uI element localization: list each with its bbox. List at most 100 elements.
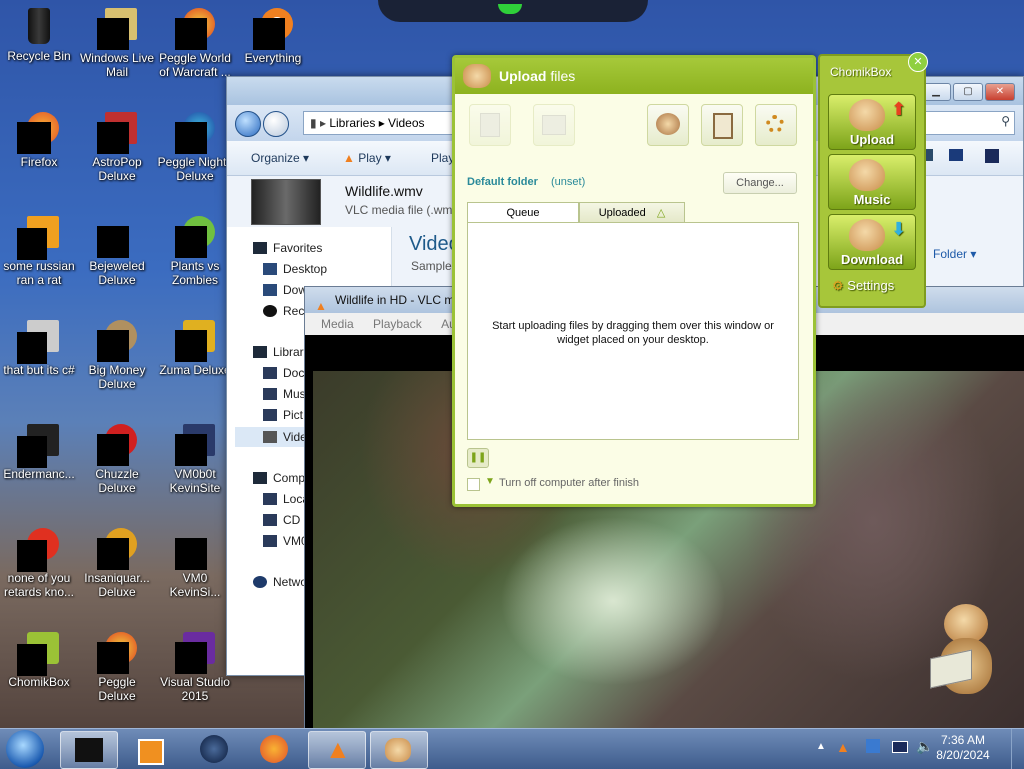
address-input[interactable]: ▮ ▸ Libraries ▸ Videos bbox=[303, 111, 465, 135]
nav-favorites[interactable]: Favorites bbox=[253, 241, 322, 255]
desktop-icon-insaniquarium[interactable]: Insaniquar... Deluxe bbox=[78, 528, 156, 599]
breadcrumb-videos[interactable]: Videos bbox=[388, 116, 424, 130]
desktop-icon-bejeweled[interactable]: Bejeweled Deluxe bbox=[78, 216, 156, 287]
nav-downloads[interactable]: Dow bbox=[263, 283, 307, 297]
desktop-icon-label: Insaniquar... Deluxe bbox=[84, 571, 150, 599]
desktop-icon-recycle-bin[interactable]: Recycle Bin bbox=[0, 6, 78, 63]
taskbar-app-vlc[interactable]: ▲ bbox=[308, 731, 366, 769]
change-folder-button[interactable]: Change... bbox=[723, 172, 797, 194]
taskbar-app-media[interactable] bbox=[122, 731, 178, 767]
breadcrumb-libraries[interactable]: Libraries bbox=[329, 116, 375, 130]
music-icon bbox=[263, 388, 277, 400]
show-desktop-button[interactable] bbox=[1011, 729, 1024, 769]
menu-media[interactable]: Media bbox=[321, 317, 354, 331]
desktop-icon-vm0-kevinsite[interactable]: VM0 KevinSi... bbox=[156, 528, 234, 599]
globe-icon bbox=[200, 735, 228, 763]
nav-music[interactable]: Mus bbox=[263, 387, 306, 401]
triangle-up-icon: △ bbox=[656, 207, 666, 219]
add-files-button[interactable] bbox=[469, 104, 511, 146]
video-thumbnail[interactable] bbox=[251, 179, 321, 225]
tray-network-icon[interactable] bbox=[866, 739, 880, 753]
add-folder-button[interactable] bbox=[533, 104, 575, 146]
upload-files-window[interactable]: Upload files Default folder (unset) Chan… bbox=[452, 55, 816, 507]
desktop-icon-firefox[interactable]: Firefox bbox=[0, 112, 78, 169]
play-menu[interactable]: ▲ Play ▾ bbox=[343, 151, 391, 165]
tab-queue[interactable]: Queue bbox=[467, 202, 579, 224]
firefox-icon bbox=[17, 112, 59, 154]
desktop-icon-zuma[interactable]: Zuma Deluxe bbox=[156, 320, 234, 377]
nav-desktop[interactable]: Desktop bbox=[263, 262, 327, 276]
desktop-icon-that-but-its-c[interactable]: that but its c# bbox=[0, 320, 78, 377]
preview-pane-icon[interactable] bbox=[949, 149, 963, 161]
turn-off-checkbox[interactable] bbox=[467, 478, 480, 491]
desktop-icon-astropop[interactable]: AstroPop Deluxe bbox=[78, 112, 156, 183]
nav-libraries[interactable]: Librar bbox=[253, 345, 304, 359]
nav-documents[interactable]: Doc bbox=[263, 366, 304, 380]
firefox-icon bbox=[260, 735, 288, 763]
desktop-icon-chuzzle[interactable]: Chuzzle Deluxe bbox=[78, 424, 156, 495]
clock[interactable]: 7:36 AM 8/20/2024 bbox=[930, 733, 996, 763]
desktop-gadget bbox=[378, 0, 648, 22]
nav-network[interactable]: Netwo bbox=[253, 575, 307, 589]
gadget-indicator-icon bbox=[498, 4, 522, 14]
upload-titlebar[interactable]: Upload files bbox=[455, 58, 813, 94]
desktop-icon-big-money[interactable]: Big Money Deluxe bbox=[78, 320, 156, 391]
arrange-by-dropdown[interactable]: Folder ▾ bbox=[933, 247, 976, 261]
show-hidden-icons-button[interactable]: ▲ bbox=[816, 741, 826, 752]
tray-display-icon[interactable] bbox=[892, 741, 908, 753]
tray-vlc-icon[interactable]: ▲ bbox=[836, 739, 850, 755]
account-button[interactable] bbox=[647, 104, 689, 146]
start-button[interactable] bbox=[6, 730, 44, 768]
desktop-icon-vm0b0t[interactable]: VM0b0t KevinSite bbox=[156, 424, 234, 495]
add-file-icon bbox=[480, 113, 500, 137]
upload-queue-list[interactable]: Start uploading files by dragging them o… bbox=[467, 222, 799, 440]
chomikbox-settings-button[interactable]: ⚙ Settings bbox=[832, 278, 894, 294]
chomikbox-download-button[interactable]: ⬇ Download bbox=[828, 214, 916, 270]
taskbar-app-globe[interactable] bbox=[186, 731, 242, 767]
hamster-reading-gadget[interactable] bbox=[930, 604, 1000, 704]
nav-computer[interactable]: Comp bbox=[253, 471, 305, 485]
desktop-icon-peggle-nights[interactable]: Peggle Nights Deluxe bbox=[156, 112, 234, 183]
desktop-icon-plants-vs-zombies[interactable]: Plants vs Zombies bbox=[156, 216, 234, 287]
chomikbox-music-button[interactable]: Music bbox=[828, 154, 916, 210]
clipboard-button[interactable] bbox=[701, 104, 743, 146]
arrow-down-icon: ⬇ bbox=[891, 219, 907, 239]
star-icon bbox=[253, 242, 267, 254]
search-icon bbox=[253, 8, 293, 50]
desktop-icon-peggle-deluxe[interactable]: Peggle Deluxe bbox=[78, 632, 156, 703]
maximize-button[interactable]: ▢ bbox=[953, 83, 983, 101]
close-button[interactable]: ✕ bbox=[985, 83, 1015, 101]
tab-uploaded[interactable]: Uploaded △ bbox=[579, 202, 685, 224]
forward-button[interactable] bbox=[263, 111, 289, 137]
desktop-icon-everything[interactable]: Everything bbox=[234, 8, 312, 65]
desktop-icon-visual-studio[interactable]: Visual Studio 2015 bbox=[156, 632, 234, 703]
back-button[interactable] bbox=[235, 111, 261, 137]
desktop-icon-endermanc[interactable]: Endermanc... bbox=[0, 424, 78, 481]
pause-button[interactable]: ❚❚ bbox=[467, 448, 489, 468]
desktop-icon-peggle-wow[interactable]: Peggle World of Warcraft ... bbox=[156, 8, 234, 79]
desktop-icon-none-of-you[interactable]: none of you retards kno... bbox=[0, 528, 78, 599]
taskbar-app-explorer[interactable] bbox=[60, 731, 118, 769]
nav-local-disk[interactable]: Loca bbox=[263, 492, 309, 506]
nav-cd-drive[interactable]: CD I bbox=[263, 513, 307, 527]
chomikbox-widget[interactable]: ChomikBox ✕ ⬆ Upload Music ⬇ Download ⚙ … bbox=[818, 52, 928, 308]
app-icon bbox=[97, 320, 137, 362]
organize-menu[interactable]: Organize ▾ bbox=[251, 151, 309, 165]
play-label: Play bbox=[358, 151, 382, 165]
settings-button[interactable] bbox=[755, 104, 797, 146]
play-all-menu[interactable]: Play bbox=[431, 151, 454, 165]
desktop-icon-label: ChomikBox bbox=[8, 675, 70, 689]
taskbar-app-chomikbox[interactable] bbox=[370, 731, 428, 769]
hamster-icon bbox=[385, 738, 411, 762]
desktop-icon-russian-rat[interactable]: some russian ran a rat bbox=[0, 216, 78, 287]
close-widget-button[interactable]: ✕ bbox=[908, 52, 928, 72]
desktop-icon-chomikbox[interactable]: ChomikBox bbox=[0, 632, 78, 689]
desktop-icon-windows-live-mail[interactable]: Windows Live Mail bbox=[78, 8, 156, 79]
nav-vm-drive[interactable]: VM0 bbox=[263, 534, 308, 548]
menu-playback[interactable]: Playback bbox=[373, 317, 422, 331]
help-icon[interactable] bbox=[985, 149, 999, 163]
chomikbox-upload-button[interactable]: ⬆ Upload bbox=[828, 94, 916, 150]
nav-pictures[interactable]: Pict bbox=[263, 408, 303, 422]
taskbar-app-firefox[interactable] bbox=[246, 731, 302, 767]
add-folder-icon bbox=[542, 115, 566, 135]
